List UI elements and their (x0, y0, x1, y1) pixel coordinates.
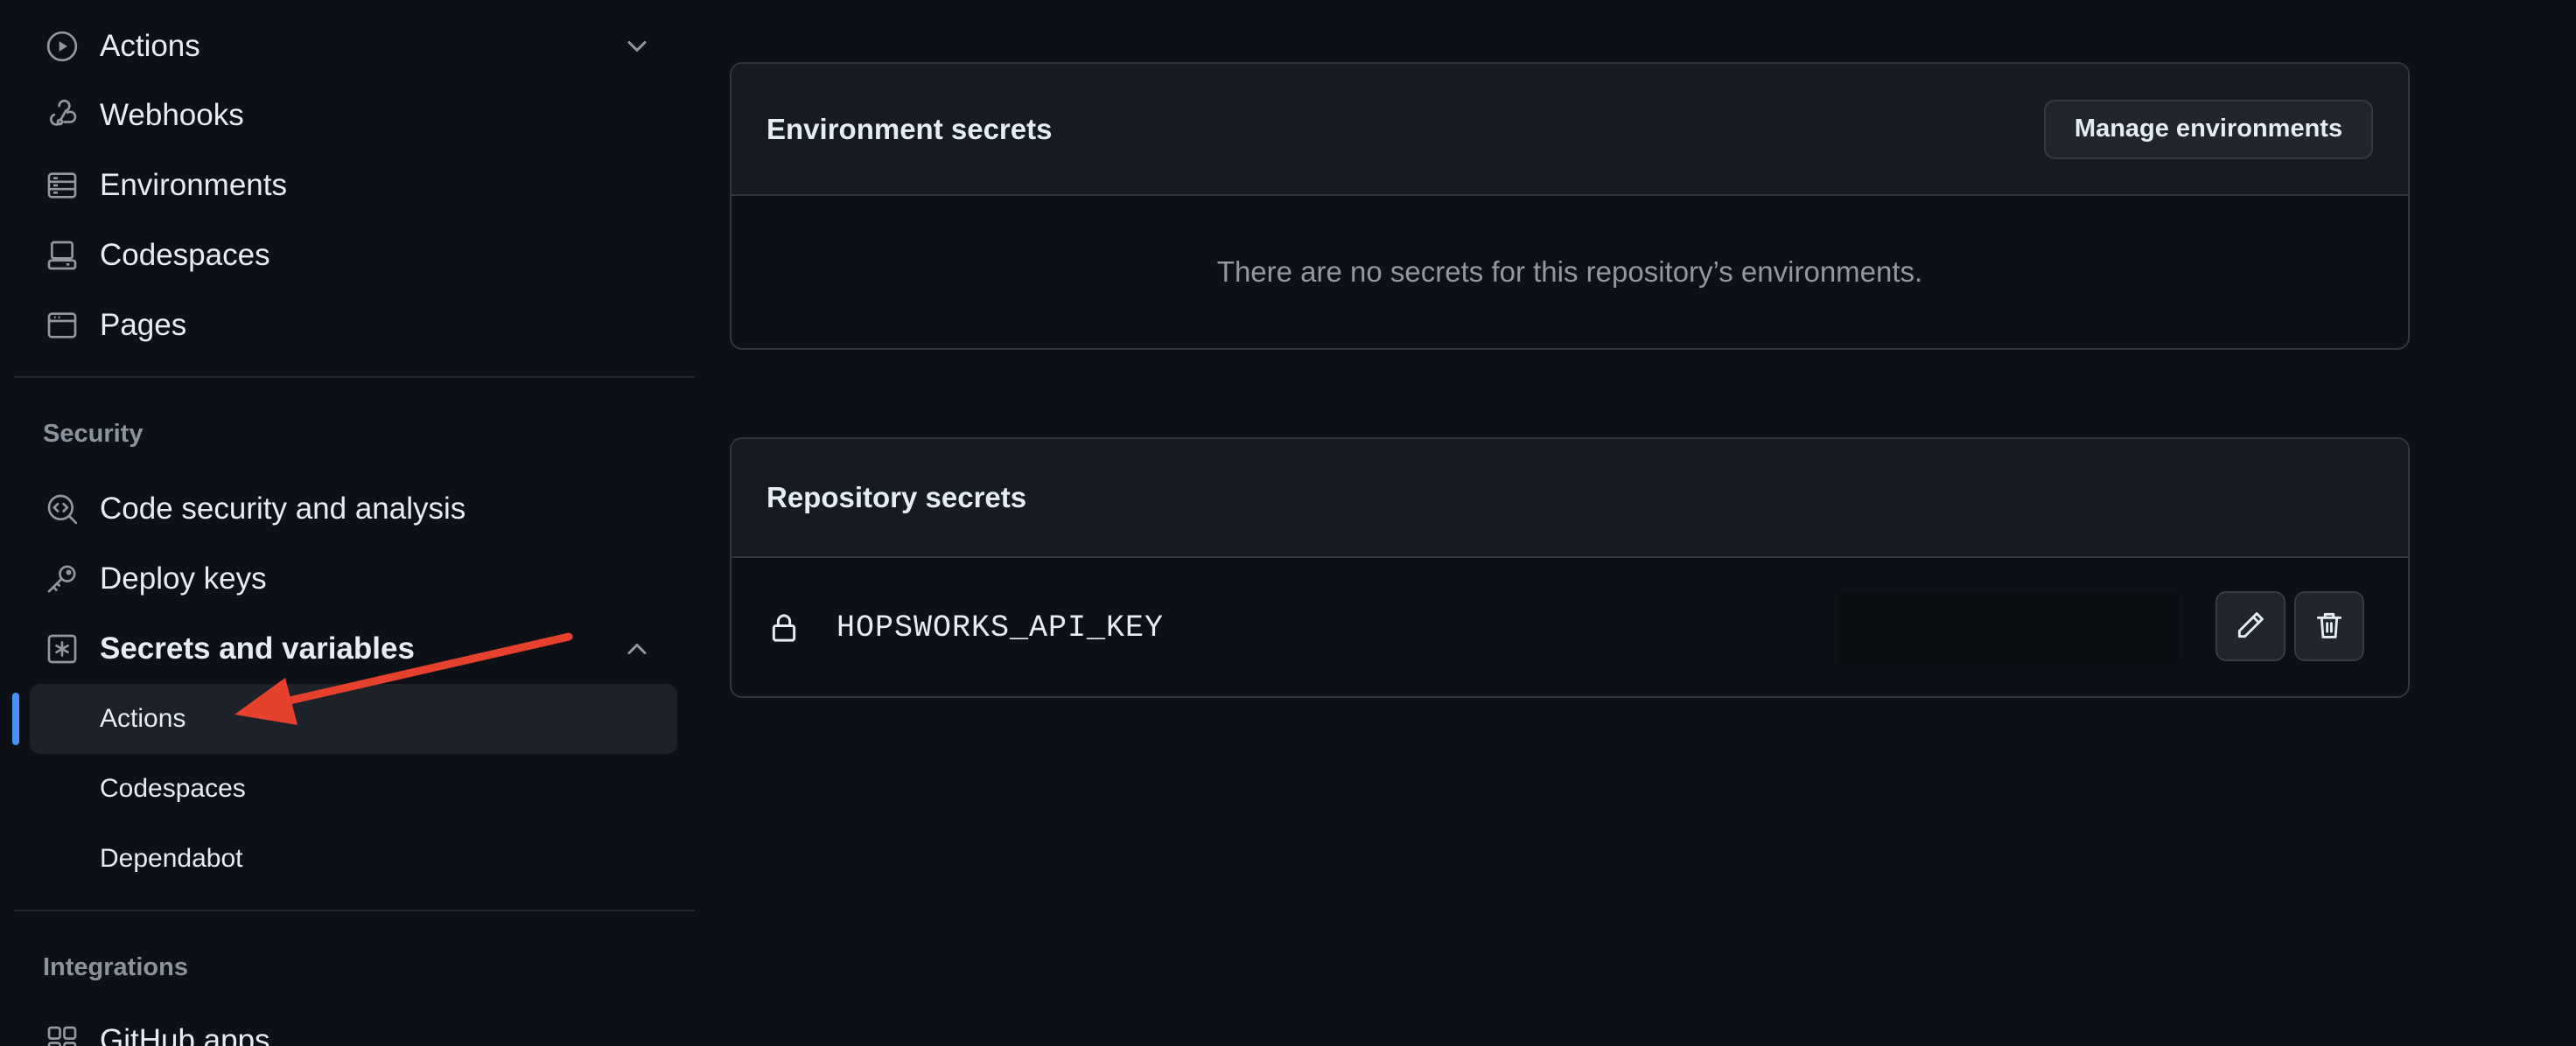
key-icon (44, 561, 80, 597)
sidebar-item-webhooks[interactable]: Webhooks (30, 85, 677, 146)
sidebar-item-actions[interactable]: Actions (30, 16, 677, 77)
environment-secrets-empty-message: There are no secrets for this repository… (1216, 255, 1923, 288)
sidebar-item-label: Secrets and variables (100, 631, 415, 666)
active-indicator (12, 693, 19, 745)
sidebar-item-label: Actions (100, 29, 200, 63)
chevron-up-icon[interactable] (621, 633, 653, 665)
sidebar-item-label: Deploy keys (100, 561, 267, 596)
sidebar-item-code-security[interactable]: Code security and analysis (30, 478, 677, 540)
secret-row: HOPSWORKS_API_KEY (732, 558, 2408, 696)
sidebar-subitem-dependabot[interactable]: Dependabot (30, 824, 677, 894)
apps-icon (44, 1022, 80, 1046)
server-icon (44, 167, 80, 204)
sidebar-item-codespaces[interactable]: Codespaces (30, 225, 677, 286)
sidebar-item-label: Codespaces (100, 238, 270, 272)
sidebar-item-github-apps[interactable]: GitHub apps (30, 1010, 677, 1046)
sidebar-subitem-actions[interactable]: Actions (30, 684, 677, 754)
codescan-icon (44, 491, 80, 527)
sidebar-subitem-codespaces[interactable]: Codespaces (30, 754, 677, 824)
sidebar-subitem-label: Codespaces (100, 774, 246, 803)
delete-secret-button[interactable] (2294, 591, 2364, 661)
manage-environments-button[interactable]: Manage environments (2044, 99, 2373, 159)
sidebar-item-label: Environments (100, 168, 287, 202)
trash-icon (2313, 609, 2346, 645)
environment-secrets-header: Environment secrets Manage environments (732, 64, 2408, 196)
key-asterisk-icon (44, 631, 80, 667)
settings-page: Actions Webhooks Environments Codespaces (0, 0, 2576, 1046)
pencil-icon (2234, 609, 2267, 645)
sidebar-item-label: GitHub apps (100, 1023, 270, 1046)
sidebar-item-label: Webhooks (100, 98, 244, 132)
browser-icon (44, 307, 80, 344)
sidebar-divider (14, 910, 695, 911)
sidebar-subitem-label: Dependabot (100, 844, 243, 873)
sidebar-heading-integrations: Integrations (43, 953, 188, 981)
secret-updated-placeholder (1838, 591, 2179, 665)
repository-secrets-header: Repository secrets (732, 439, 2408, 558)
sidebar-item-environments[interactable]: Environments (30, 155, 677, 216)
play-circle-icon (44, 28, 80, 65)
sidebar-item-pages[interactable]: Pages (30, 295, 677, 356)
edit-secret-button[interactable] (2216, 591, 2286, 661)
sidebar-item-label: Code security and analysis (100, 492, 466, 526)
repository-secrets-title: Repository secrets (766, 481, 1027, 513)
secret-name: HOPSWORKS_API_KEY (836, 610, 1165, 645)
environment-secrets-title: Environment secrets (766, 112, 1053, 145)
settings-sidebar: Actions Webhooks Environments Codespaces (0, 0, 700, 1046)
repository-secrets-panel: Repository secrets HOPSWORKS_API_KEY (730, 437, 2410, 698)
lock-icon (766, 610, 802, 645)
sidebar-subitem-label: Actions (100, 704, 186, 733)
sidebar-heading-security: Security (43, 420, 144, 448)
environment-secrets-panel: Environment secrets Manage environments … (730, 62, 2410, 350)
sidebar-item-label: Pages (100, 308, 187, 342)
sidebar-divider (14, 376, 695, 378)
chevron-down-icon[interactable] (621, 31, 653, 62)
codespaces-icon (44, 237, 80, 274)
sidebar-item-deploy-keys[interactable]: Deploy keys (30, 548, 677, 610)
webhook-icon (44, 97, 80, 134)
sidebar-item-secrets-and-variables[interactable]: Secrets and variables (30, 618, 677, 680)
